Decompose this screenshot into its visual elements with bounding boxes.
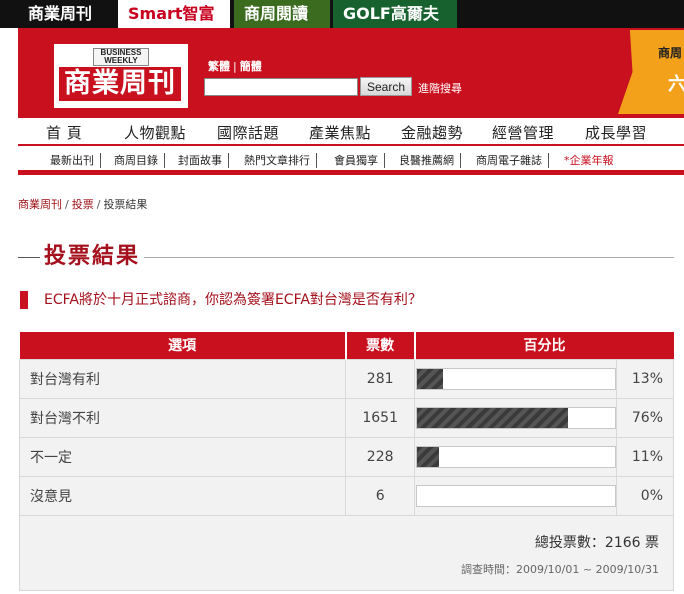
- header-percent: 百分比: [414, 332, 674, 359]
- header-option: 選項: [19, 332, 347, 359]
- search-input[interactable]: [204, 78, 358, 96]
- search-button[interactable]: Search: [360, 77, 412, 96]
- percent-bar-track: [416, 367, 617, 390]
- table-row: 沒意見 6 0%: [18, 475, 674, 516]
- vote-count: 228: [345, 436, 416, 477]
- subnav-members[interactable]: 會員獨享: [334, 153, 385, 168]
- tab-business-weekly[interactable]: 商業周刊: [14, 0, 118, 28]
- vote-count: 281: [345, 358, 416, 399]
- logo-chinese: 商業周刊: [59, 67, 181, 101]
- advanced-search-link[interactable]: 進階搜尋: [418, 80, 462, 96]
- subnav-doctors[interactable]: 良醫推薦網: [399, 153, 461, 168]
- percent-bar-fill: [417, 407, 568, 428]
- tab-label: 商業周刊: [28, 4, 93, 23]
- subnav-annual-report[interactable]: *企業年報: [564, 153, 620, 168]
- option-label: 沒意見: [18, 475, 347, 516]
- percent-bar-cell: [414, 436, 618, 477]
- breadcrumb: 商業周刊 / 投票 / 投票結果: [18, 196, 147, 212]
- vote-count: 6: [345, 475, 416, 516]
- title-rule-accent: [18, 257, 40, 258]
- tab-label: Smart智富: [128, 4, 215, 23]
- tab-marker: *: [222, 0, 227, 5]
- nav-international[interactable]: 國際話題: [217, 122, 279, 143]
- subnav-latest-issue[interactable]: 最新出刊: [50, 153, 101, 168]
- subnav-cover-story[interactable]: 封面故事: [178, 153, 229, 168]
- total-votes: 總投票數：2166 票: [534, 535, 659, 551]
- simplified-chinese-link[interactable]: 簡體: [240, 60, 262, 73]
- nav-management[interactable]: 經營管理: [492, 122, 554, 143]
- percent-bar-track: [416, 406, 617, 429]
- subnav-catalog[interactable]: 商周目錄: [114, 153, 165, 168]
- nav-people[interactable]: 人物觀點: [124, 122, 186, 143]
- table-header-row: 選項 票數 百分比: [19, 332, 674, 359]
- question-text: ECFA將於十月正式諮商，你認為簽署ECFA對台灣是否有利？: [44, 292, 422, 308]
- tab-marker: *: [322, 0, 327, 5]
- vote-count: 1651: [345, 397, 416, 438]
- site-header: BUSINESS WEEKLY 商業周刊 繁體 | 簡體 Search 進階搜尋 商…: [18, 28, 684, 118]
- promo-text: 商周: [658, 46, 683, 60]
- title-bar: 投票結果: [18, 236, 674, 270]
- percent-value: 11%: [616, 436, 674, 477]
- nav-finance[interactable]: 金融趨勢: [401, 122, 463, 143]
- percent-bar-track: [416, 484, 617, 507]
- table-row: 對台灣有利 281 13%: [18, 358, 674, 399]
- tab-label: GOLF高爾夫: [343, 4, 439, 23]
- percent-value: 0%: [616, 475, 674, 516]
- nav-learning[interactable]: 成長學習: [585, 122, 647, 143]
- tab-golf[interactable]: GOLF高爾夫 *: [333, 0, 457, 28]
- top-site-bar: 商業周刊 Smart智富 * 商周閱讀 * GOLF高爾夫 *: [0, 0, 684, 28]
- percent-bar-track: [416, 445, 617, 468]
- percent-bar-cell: [414, 397, 618, 438]
- promo-text-large: 六: [668, 74, 684, 95]
- breadcrumb-separator: /: [96, 198, 101, 211]
- percent-bar-fill: [417, 368, 443, 389]
- table-row: 不一定 228 11%: [18, 436, 674, 477]
- percent-bar-fill: [417, 446, 439, 467]
- breadcrumb-separator: /: [65, 198, 69, 211]
- header-votes: 票數: [345, 332, 416, 359]
- survey-period: 調查時間：2009/10/01 ~ 2009/10/31: [460, 563, 659, 576]
- percent-bar-cell: [414, 475, 618, 516]
- breadcrumb-vote[interactable]: 投票: [72, 198, 94, 211]
- main-nav: 首 頁 人物觀點 國際話題 產業焦點 金融趨勢 經營管理 成長學習: [18, 118, 684, 146]
- results-table: 選項 票數 百分比 對台灣有利 281 13% 對台灣不利 1651 76% 不一定 228 1…: [18, 332, 674, 516]
- tab-smart[interactable]: Smart智富 *: [118, 0, 230, 28]
- option-label: 對台灣有利: [18, 358, 347, 399]
- language-switch: 繁體 | 簡體: [208, 58, 262, 74]
- nav-home[interactable]: 首 頁: [46, 122, 82, 143]
- percent-bar-cell: [414, 358, 618, 399]
- promo-banner[interactable]: 商周 六: [618, 30, 684, 114]
- subnav-popular[interactable]: 熱門文章排行: [244, 153, 317, 168]
- question-marker: [20, 291, 28, 309]
- site-logo[interactable]: BUSINESS WEEKLY 商業周刊: [54, 44, 188, 108]
- option-label: 不一定: [18, 436, 347, 477]
- lang-divider: |: [233, 60, 237, 73]
- poll-summary: 總投票數：2166 票 調查時間：2009/10/01 ~ 2009/10/31: [19, 515, 674, 591]
- traditional-chinese-link[interactable]: 繁體: [208, 60, 230, 73]
- page-title: 投票結果: [40, 238, 145, 270]
- breadcrumb-current: 投票結果: [103, 198, 148, 211]
- table-row: 對台灣不利 1651 76%: [18, 397, 674, 438]
- percent-value: 13%: [616, 358, 674, 399]
- tab-reading[interactable]: 商周閱讀 *: [234, 0, 330, 28]
- nav-industry[interactable]: 產業焦點: [309, 122, 371, 143]
- breadcrumb-home[interactable]: 商業周刊: [18, 198, 62, 211]
- percent-value: 76%: [616, 397, 674, 438]
- logo-english: BUSINESS WEEKLY: [93, 48, 149, 66]
- subnav-ebook[interactable]: 商周電子雜誌: [476, 153, 549, 168]
- sub-nav: 最新出刊 商周目錄 封面故事 熱門文章排行 會員獨享 良醫推薦網 商周電子雜誌 …: [18, 147, 684, 175]
- tab-marker: *: [449, 0, 454, 5]
- tab-label: 商周閱讀: [244, 4, 309, 23]
- option-label: 對台灣不利: [18, 397, 347, 438]
